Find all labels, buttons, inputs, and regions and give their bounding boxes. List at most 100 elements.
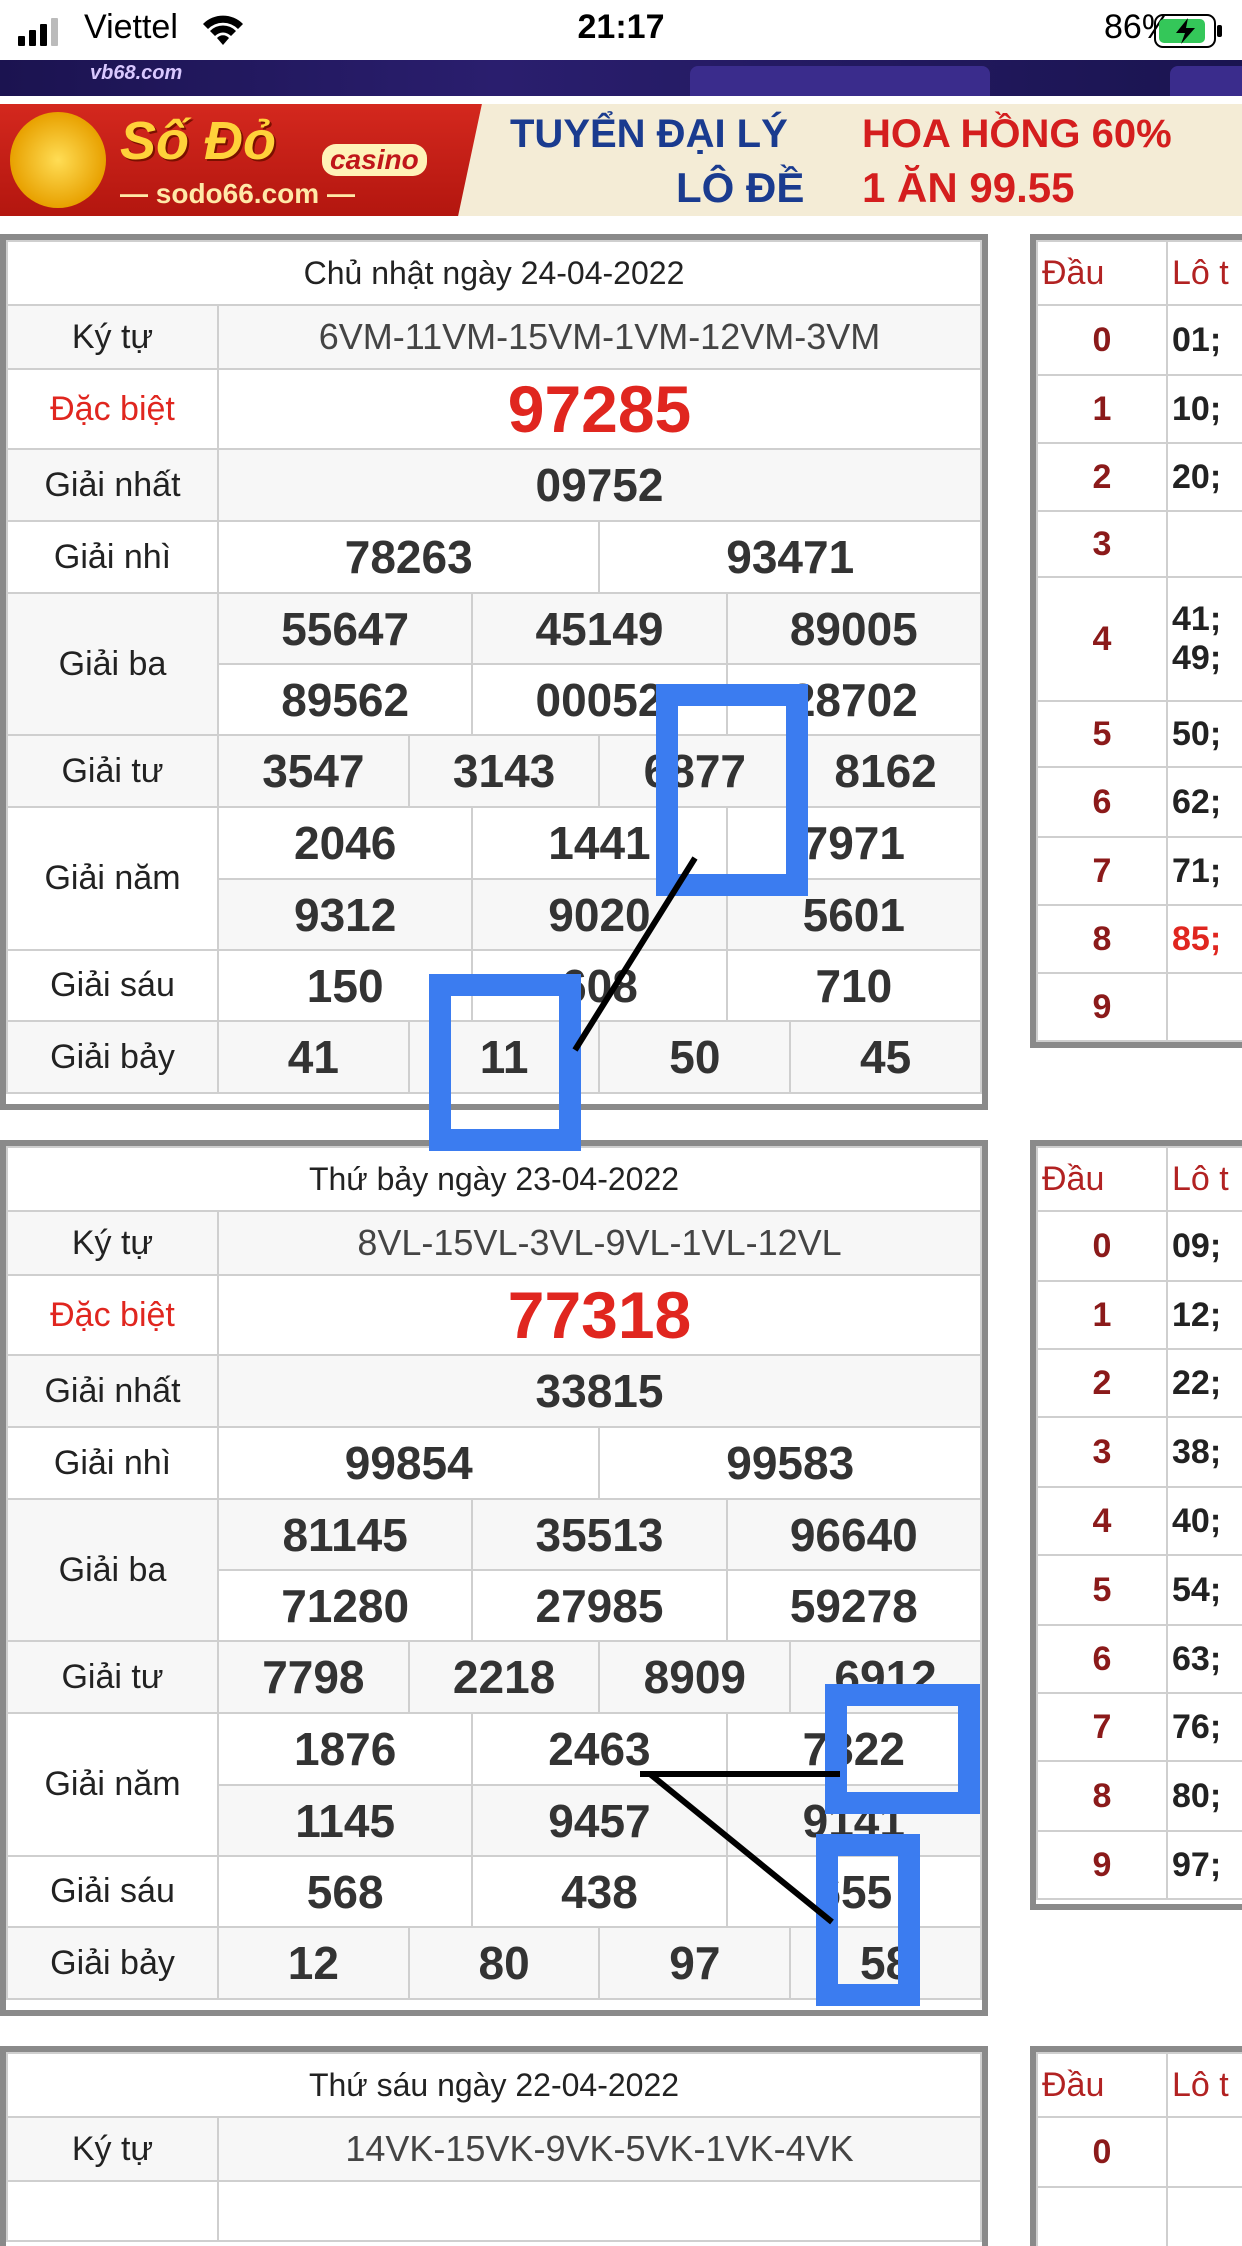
dau-digit: 1: [1036, 374, 1168, 444]
giai-tu-value: 6912: [789, 1640, 982, 1714]
giai-ba-value: 89005: [725, 592, 983, 665]
result-table-2022-04-23: Thứ bảy ngày 23-04-2022 Ký tự 8VL-15VL-3…: [0, 1140, 988, 2016]
dau-lo-table-2022-04-23: Đầu Lô t 0 09; 1 12; 2 22; 3 38; 4 40; 5 54; 6…: [1030, 1140, 1242, 1910]
giai-ba-value: 55647: [216, 592, 474, 665]
giai-tu-value: 3143: [407, 734, 601, 808]
giai-sau-value: 655: [725, 1855, 983, 1928]
sodo-logo-icon: [10, 112, 106, 208]
lo-values: 62;: [1166, 766, 1242, 838]
banner-odds-text: 1 ĂN 99.55: [862, 164, 1075, 211]
lo-values: 01;: [1166, 304, 1242, 376]
dau-digit: 4: [1036, 576, 1168, 702]
lo-values: 97;: [1166, 1830, 1242, 1900]
dac-biet-value: 77318: [217, 1274, 982, 1356]
giai-sau-value: 710: [725, 949, 983, 1022]
label-ky-tu: Ký tự: [6, 1210, 219, 1276]
dau-digit: 9: [1036, 972, 1168, 1042]
label-ky-tu: Ký tự: [6, 2116, 219, 2182]
dau-digit: 2: [1036, 1348, 1168, 1418]
giai-nam-value: 9141: [725, 1784, 983, 1857]
giai-bay-value: 41: [217, 1020, 410, 1094]
lo-values: 54;: [1166, 1554, 1242, 1626]
dau-digit: 8: [1036, 904, 1168, 974]
label-giai-nam: Giải năm: [6, 1712, 219, 1857]
result-date: Chủ nhật ngày 24-04-2022: [6, 240, 982, 306]
giai-bay-value: 50: [598, 1020, 792, 1094]
lo-value: 49;: [1172, 639, 1222, 677]
lo-values: 38;: [1166, 1416, 1242, 1488]
lo-header: Lô t: [1166, 1146, 1242, 1212]
lo-values: 50;: [1166, 700, 1242, 768]
giai-nam-value: 1441: [471, 806, 728, 880]
banner-logo-text: vb68.com: [90, 62, 183, 84]
giai-bay-value: 11: [407, 1020, 601, 1094]
dac-biet-value: 97285: [217, 368, 982, 450]
banner-recruit-text: TUYỂN ĐẠI LÝ: [510, 112, 788, 156]
top-ad-banner[interactable]: vb68.com: [0, 60, 1242, 96]
giai-ba-value: 35513: [471, 1498, 728, 1571]
label-giai-bay: Giải bảy: [6, 1020, 219, 1094]
dau-header: Đầu: [1036, 1146, 1168, 1212]
lo-values: 20;: [1166, 442, 1242, 512]
dau-header: Đầu: [1036, 240, 1168, 306]
lo-values: 40;: [1166, 1486, 1242, 1556]
label-giai-bay: Giải bảy: [6, 1926, 219, 2000]
giai-ba-value: 45149: [471, 592, 728, 665]
giai-nhi-value: 78263: [216, 520, 601, 594]
label-giai-tu: Giải tư: [6, 734, 219, 808]
battery-charging-icon: [1154, 14, 1222, 48]
dau-digit: 0: [1036, 1210, 1168, 1282]
result-date: Thứ bảy ngày 23-04-2022: [6, 1146, 982, 1212]
giai-nhi-value: 93471: [598, 520, 982, 594]
giai-tu-value: 7798: [217, 1640, 410, 1714]
label-dac-biet: Đặc biệt: [6, 1274, 219, 1356]
giai-nhat-value: 09752: [217, 448, 982, 522]
label-giai-nam: Giải năm: [6, 806, 219, 951]
dac-biet-value: [217, 2180, 982, 2242]
label-giai-ba: Giải ba: [6, 1498, 219, 1642]
lo-values: 09;: [1166, 1210, 1242, 1282]
dau-digit: 5: [1036, 1554, 1168, 1626]
giai-nhi-value: 99854: [216, 1426, 601, 1500]
status-time: 21:17: [577, 8, 665, 46]
dau-digit: 0: [1036, 304, 1168, 376]
giai-tu-value: 2218: [407, 1640, 601, 1714]
label-ky-tu: Ký tự: [6, 304, 219, 370]
dau-digit: 0: [1036, 2116, 1168, 2188]
banner-pill: [690, 66, 990, 96]
giai-tu-value: 3547: [217, 734, 410, 808]
giai-nam-value: 1145: [216, 1784, 474, 1857]
giai-ba-value: 71280: [216, 1569, 474, 1642]
giai-nam-value: 9457: [471, 1784, 728, 1857]
label-giai-nhi: Giải nhì: [6, 520, 219, 594]
giai-ba-value: 28702: [725, 663, 983, 736]
giai-ba-value: 89562: [216, 663, 474, 736]
lo-values: 76;: [1166, 1692, 1242, 1762]
dau-digit: 7: [1036, 1692, 1168, 1762]
result-table-2022-04-24: Chủ nhật ngày 24-04-2022 Ký tự 6VM-11VM-…: [0, 234, 988, 1110]
sodo-ad-banner[interactable]: Số Đỏ casino — sodo66.com — TUYỂN ĐẠI LÝ…: [0, 104, 1242, 216]
ky-tu-value: 6VM-11VM-15VM-1VM-12VM-3VM: [217, 304, 982, 370]
giai-ba-value: 00052: [471, 663, 728, 736]
label-giai-sau: Giải sáu: [6, 1855, 219, 1928]
giai-ba-value: 81145: [216, 1498, 474, 1571]
lo-values: 85;: [1166, 904, 1242, 974]
giai-bay-value: 45: [789, 1020, 982, 1094]
dau-digit: 3: [1036, 510, 1168, 578]
giai-nam-value: 7971: [725, 806, 983, 880]
ky-tu-value: 14VK-15VK-9VK-5VK-1VK-4VK: [217, 2116, 982, 2182]
giai-tu-value: 6877: [598, 734, 792, 808]
label-giai-nhat: Giải nhất: [6, 1354, 219, 1428]
giai-nhi-value: 99583: [598, 1426, 982, 1500]
label-giai-sau: Giải sáu: [6, 949, 219, 1022]
lo-values: 63;: [1166, 1624, 1242, 1694]
giai-ba-value: 96640: [725, 1498, 983, 1571]
dau-digit: 6: [1036, 766, 1168, 838]
giai-tu-value: 8162: [789, 734, 982, 808]
dau-lo-table-2022-04-22: Đầu Lô t 0: [1030, 2046, 1242, 2246]
giai-nhat-value: 33815: [217, 1354, 982, 1428]
dau-lo-table-2022-04-24: Đầu Lô t 0 01; 1 10; 2 20; 3 4 41; 49; 5 50; …: [1030, 234, 1242, 1048]
banner-lode-text: LÔ ĐỀ: [676, 164, 805, 211]
banner-pill: [1170, 66, 1242, 96]
giai-sau-value: 568: [216, 1855, 474, 1928]
